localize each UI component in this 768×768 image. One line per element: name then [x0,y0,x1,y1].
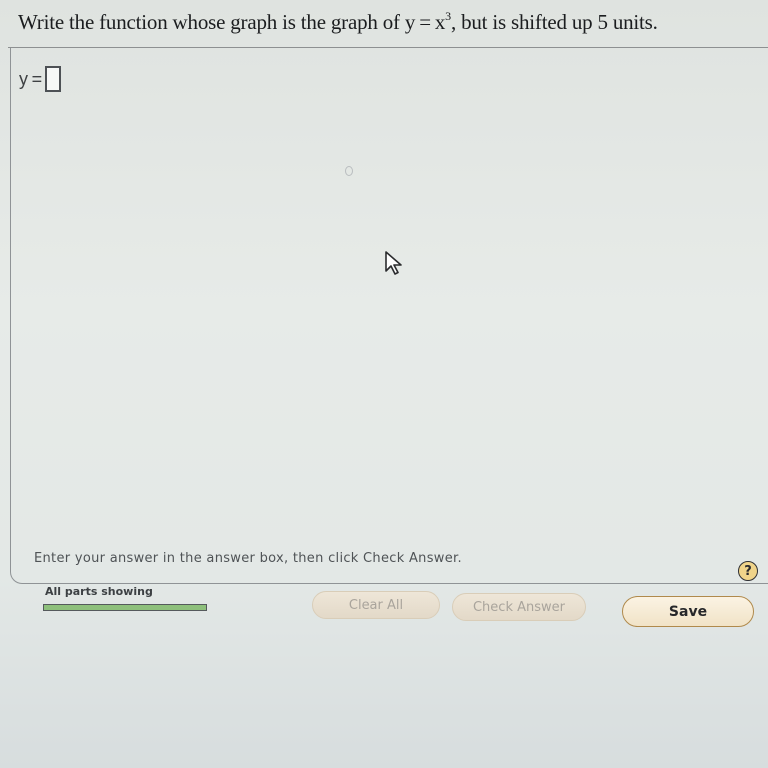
circle-mark-icon [345,166,353,176]
save-button[interactable]: Save [622,596,754,627]
check-answer-button[interactable]: Check Answer [452,593,586,621]
question-suffix: , but is shifted up 5 units. [450,10,658,34]
instruction-text: Enter your answer in the answer box, the… [34,551,462,566]
progress-bar [43,604,207,611]
answer-panel [10,48,768,584]
help-symbol: ? [744,563,752,579]
answer-row: y = [19,66,62,92]
progress-fill [44,605,206,610]
question-text: Write the function whose graph is the gr… [0,0,768,50]
answer-input[interactable] [45,66,62,92]
progress-label: All parts showing [45,585,153,598]
question-prefix: Write the function whose graph is the gr… [18,10,446,34]
mouse-cursor-icon [385,251,402,275]
question-icon[interactable]: ? [738,561,758,581]
clear-all-button[interactable]: Clear All [312,591,440,619]
answer-label: y = [19,68,43,89]
